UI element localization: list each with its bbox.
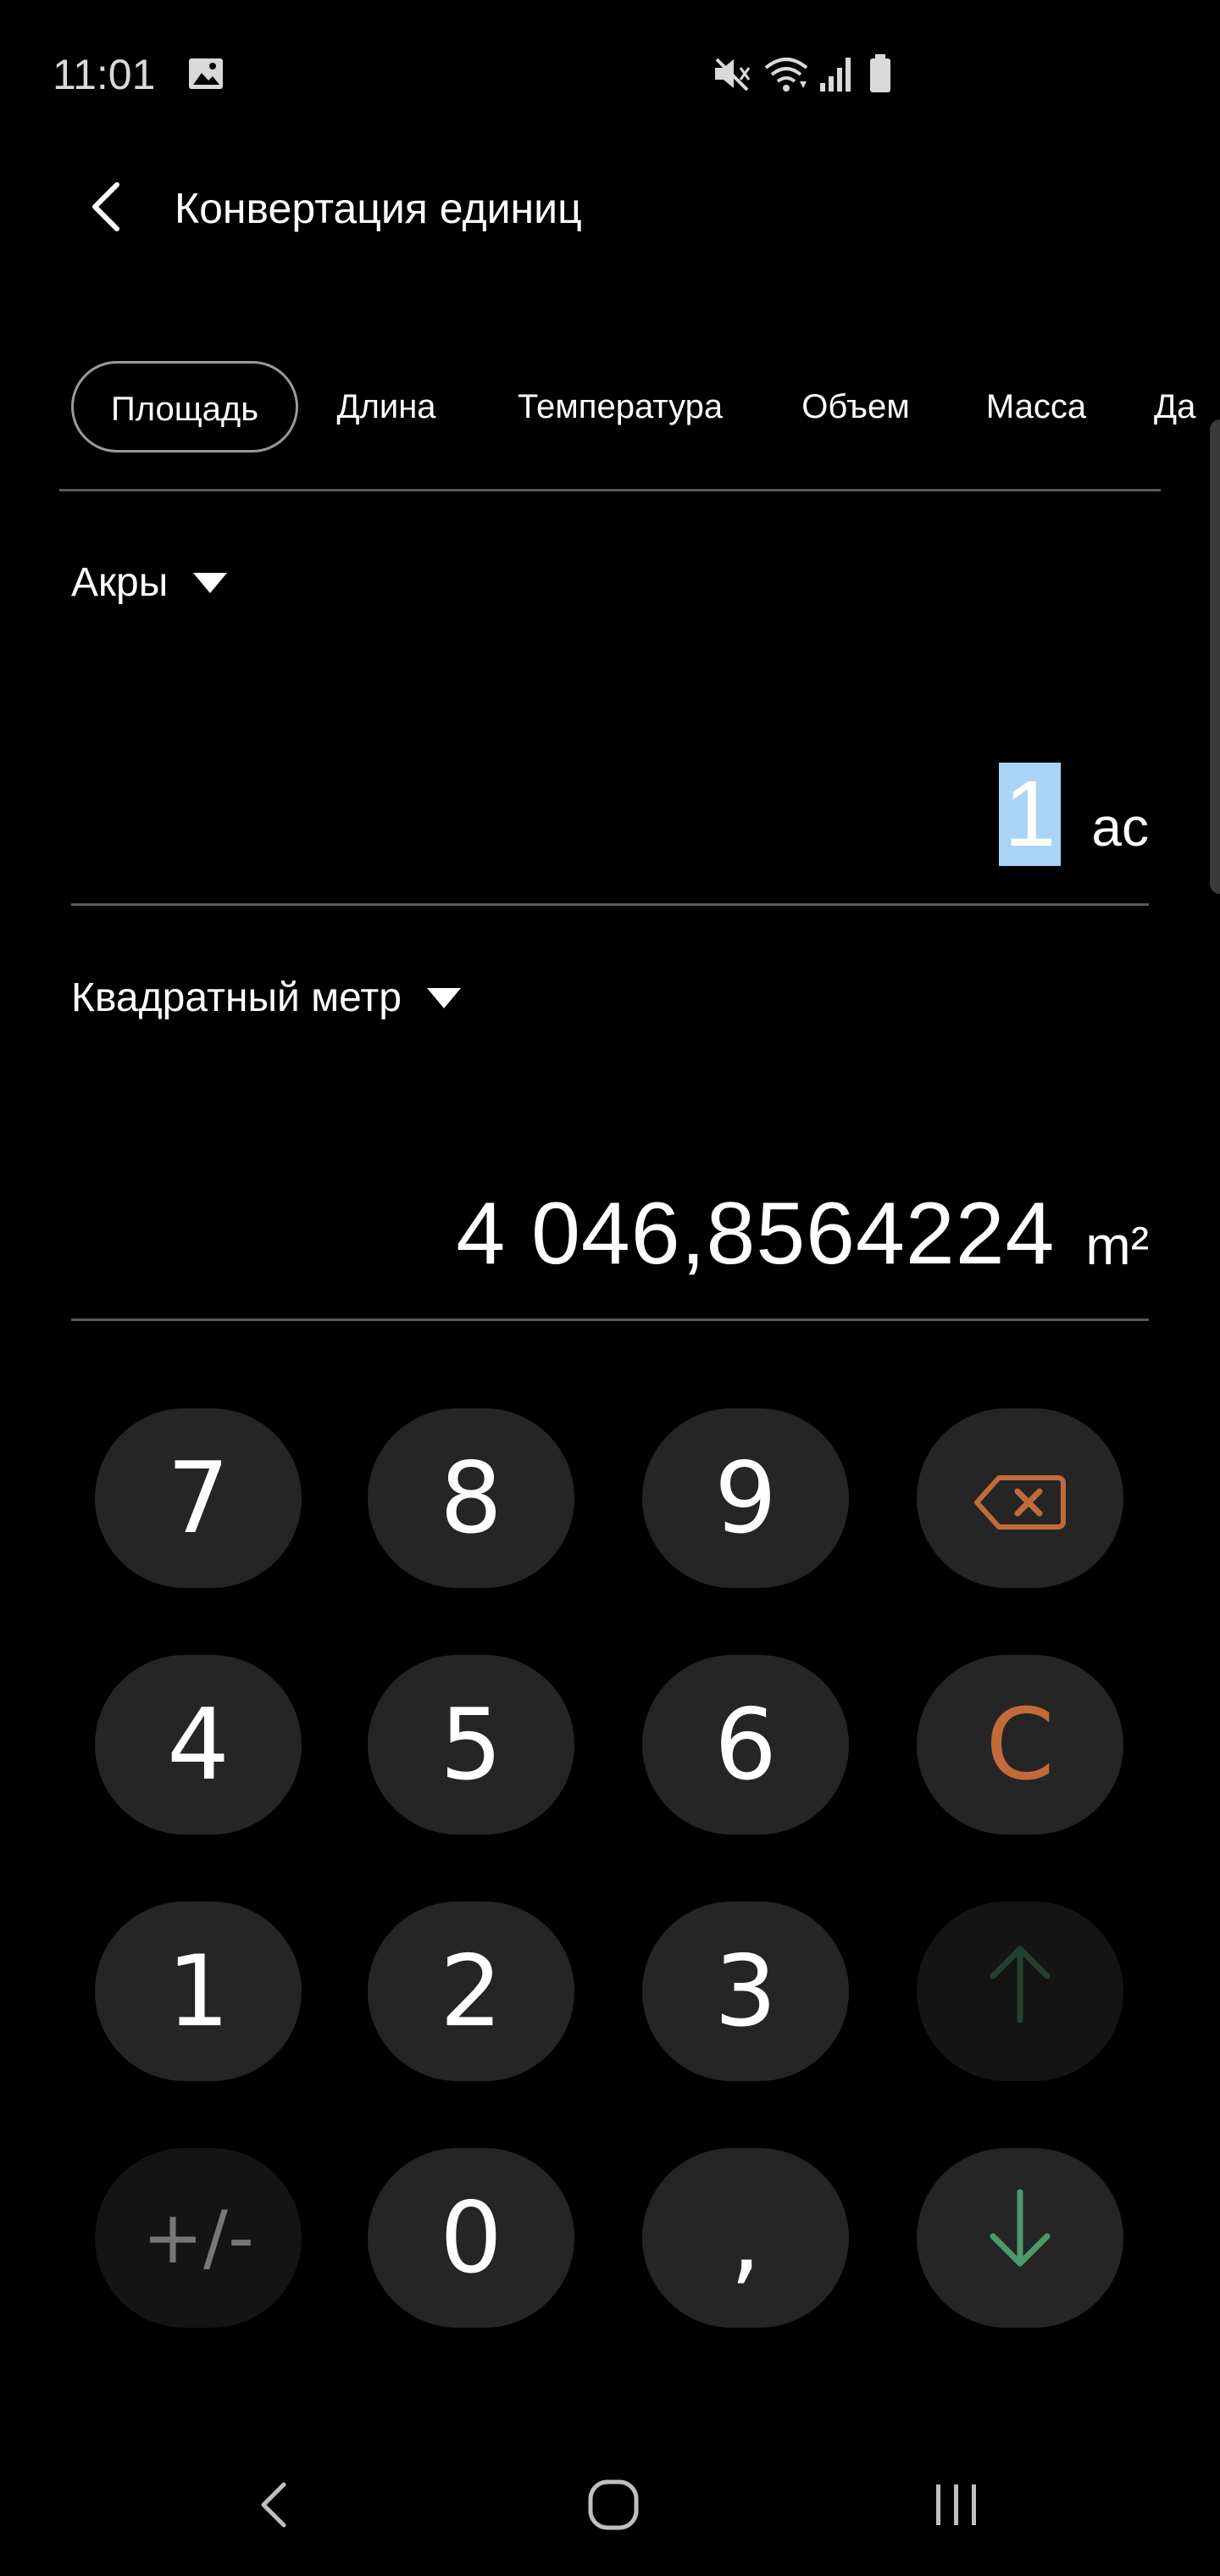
tab-length[interactable]: Длина	[322, 361, 451, 452]
dropdown-triangle-icon	[426, 988, 461, 1008]
key-8[interactable]: 8	[368, 1408, 574, 1588]
plus-minus-label: +/-	[141, 2196, 255, 2280]
key-6[interactable]: 6	[642, 1655, 849, 1835]
backspace-icon	[973, 1441, 1067, 1556]
key-9[interactable]: 9	[642, 1408, 849, 1588]
move-up-button[interactable]	[917, 1901, 1123, 2081]
home-icon	[587, 2479, 640, 2535]
plus-minus-button[interactable]: +/-	[95, 2148, 302, 2328]
tab-volume[interactable]: Объем	[790, 361, 922, 452]
mute-icon	[710, 53, 752, 99]
to-divider	[71, 1319, 1149, 1321]
chevron-left-icon	[86, 180, 124, 238]
key-4[interactable]: 4	[95, 1655, 302, 1835]
to-value-output: 4 046,8564224	[456, 1185, 1056, 1283]
wifi-icon	[762, 53, 810, 99]
backspace-button[interactable]	[917, 1408, 1123, 1588]
tab-area[interactable]: Площадь	[71, 361, 298, 452]
key-3[interactable]: 3	[642, 1901, 849, 2081]
arrow-down-icon	[986, 2181, 1054, 2296]
scroll-indicator[interactable]	[1210, 419, 1220, 894]
from-value-input[interactable]: 1	[999, 762, 1062, 866]
key-7[interactable]: 7	[95, 1408, 302, 1588]
tabs-underline	[59, 489, 1161, 491]
from-value-row[interactable]: 1 ac	[999, 763, 1149, 866]
battery-icon	[868, 53, 893, 99]
signal-icon	[818, 53, 856, 99]
key-0[interactable]: 0	[368, 2148, 574, 2328]
move-down-button[interactable]	[917, 2148, 1123, 2328]
from-unit-selector[interactable]: Акры	[71, 556, 228, 610]
nav-back-button[interactable]	[244, 2473, 303, 2540]
back-button[interactable]	[78, 169, 132, 247]
key-5[interactable]: 5	[368, 1655, 574, 1835]
dropdown-triangle-icon	[193, 573, 228, 593]
image-icon	[186, 54, 225, 97]
key-1[interactable]: 1	[95, 1901, 302, 2081]
status-time: 11:01	[53, 51, 156, 98]
clear-button[interactable]: C	[917, 1655, 1123, 1835]
nav-home-button[interactable]	[581, 2473, 646, 2540]
page-title: Конвертация единиц	[175, 185, 582, 232]
category-tabs: Площадь Длина Температура Объем Масса Да	[0, 356, 1220, 458]
chevron-left-icon	[257, 2479, 291, 2534]
decimal-comma-button[interactable]: ,	[642, 2148, 849, 2328]
tab-mass[interactable]: Масса	[971, 361, 1101, 452]
to-unit-abbr: m²	[1085, 1215, 1149, 1276]
from-divider	[71, 903, 1149, 906]
recents-icon	[933, 2481, 980, 2533]
arrow-up-icon	[986, 1935, 1054, 2049]
nav-recents-button[interactable]	[927, 2473, 986, 2540]
to-value-row[interactable]: 4 046,8564224 m²	[456, 1183, 1149, 1285]
to-unit-label: Квадратный метр	[71, 975, 402, 1020]
to-unit-selector[interactable]: Квадратный метр	[71, 971, 461, 1025]
tab-temperature[interactable]: Температура	[500, 361, 740, 452]
from-unit-abbr: ac	[1091, 797, 1149, 858]
key-2[interactable]: 2	[368, 1901, 574, 2081]
from-unit-label: Акры	[71, 560, 169, 605]
from-value-text: 1	[1004, 762, 1056, 866]
